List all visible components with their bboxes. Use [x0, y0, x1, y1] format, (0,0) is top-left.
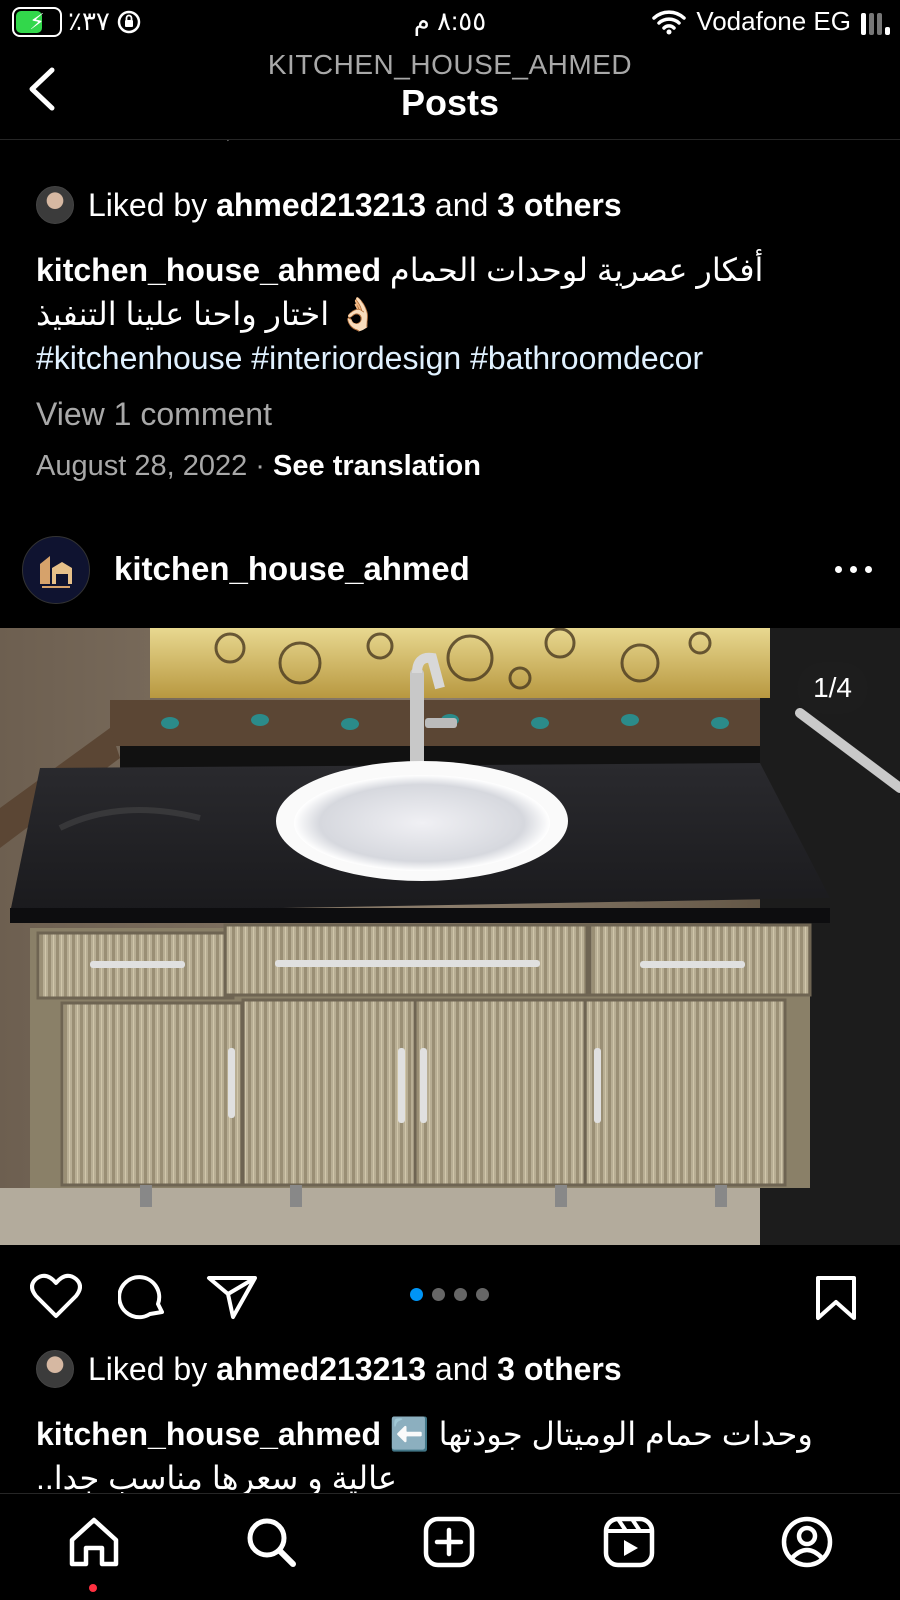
bathroom-vanity-photo	[0, 628, 900, 1245]
caption-text-line2: اختار واحنا علينا التنفيذ	[36, 296, 330, 332]
ok-hand-emoji: 👌🏻	[337, 296, 378, 332]
caption-text-line2: عالية و سعرها مناسب جدا..	[36, 1460, 397, 1496]
profile-icon[interactable]	[779, 1514, 835, 1570]
post-header: kitchen_house_ahmed	[0, 532, 900, 608]
post-image[interactable]: 1/4	[0, 628, 900, 1245]
previous-post-caption: kitchen_house_ahmed أفكار عصرية لوحدات ا…	[36, 248, 866, 380]
post-username[interactable]: kitchen_house_ahmed	[114, 550, 470, 588]
signal-icon	[861, 9, 890, 35]
status-right: Vodafone EG	[652, 6, 890, 37]
page-header: KITCHEN_HOUSE_AHMED Posts	[0, 44, 900, 140]
kitchen-house-logo-icon	[40, 556, 72, 588]
avatar	[36, 1350, 74, 1388]
comment-icon[interactable]	[118, 1272, 168, 1322]
create-icon[interactable]	[421, 1514, 477, 1570]
see-translation-link[interactable]: See translation	[273, 450, 481, 482]
bookmark-icon[interactable]	[814, 1274, 858, 1322]
hashtags[interactable]: #kitchenhouse #interiordesign #bathroomd…	[36, 336, 866, 380]
carousel-dot	[410, 1288, 423, 1301]
carousel-indicator	[410, 1288, 489, 1301]
avatar	[36, 186, 74, 224]
home-icon[interactable]	[66, 1514, 122, 1570]
post-meta: August 28, 2022 · See translation	[36, 444, 866, 488]
post-liked-by[interactable]: Liked by ahmed213213 and 3 others	[36, 1350, 622, 1388]
carousel-dot	[454, 1288, 467, 1301]
liked-others[interactable]: 3 others	[497, 1351, 621, 1388]
status-bar: ⚡ ٪٣٧ ٨:٥٥ م Vodafone EG	[0, 0, 900, 44]
reels-icon[interactable]	[601, 1514, 657, 1570]
heart-icon[interactable]	[30, 1272, 82, 1320]
image-counter: 1/4	[797, 662, 868, 714]
wifi-icon	[652, 9, 687, 34]
post-date: August 28, 2022	[36, 450, 248, 482]
liked-others[interactable]: 3 others	[497, 187, 621, 224]
carousel-dot	[432, 1288, 445, 1301]
bottom-nav	[0, 1493, 900, 1600]
caption-text: أفكار عصرية لوحدات الحمام	[389, 252, 764, 288]
carousel-dot	[476, 1288, 489, 1301]
post-actions	[0, 1270, 900, 1326]
header-username: KITCHEN_HOUSE_AHMED	[267, 49, 633, 80]
left-arrow-emoji: ⬅️	[389, 1416, 430, 1452]
send-icon[interactable]	[206, 1274, 258, 1320]
notification-dot	[89, 1584, 97, 1592]
liked-user[interactable]: ahmed213213	[216, 187, 426, 224]
caption-username[interactable]: kitchen_house_ahmed	[36, 252, 381, 288]
search-icon[interactable]	[243, 1514, 299, 1570]
carrier-name: Vodafone EG	[696, 6, 851, 36]
previous-post-liked-by[interactable]: Liked by ahmed213213 and 3 others	[36, 186, 622, 224]
more-horizontal-icon[interactable]	[835, 566, 872, 573]
page-title: Posts	[400, 82, 500, 123]
meta-separator: ·	[255, 450, 265, 482]
post-caption: kitchen_house_ahmed ⬅️ وحدات حمام الوميت…	[36, 1412, 866, 1500]
avatar[interactable]	[22, 536, 90, 604]
liked-user[interactable]: ahmed213213	[216, 1351, 426, 1388]
caption-username[interactable]: kitchen_house_ahmed	[36, 1416, 381, 1452]
view-comments-link[interactable]: View 1 comment	[36, 392, 866, 436]
caption-text: وحدات حمام الوميتال جودتها	[438, 1416, 813, 1452]
